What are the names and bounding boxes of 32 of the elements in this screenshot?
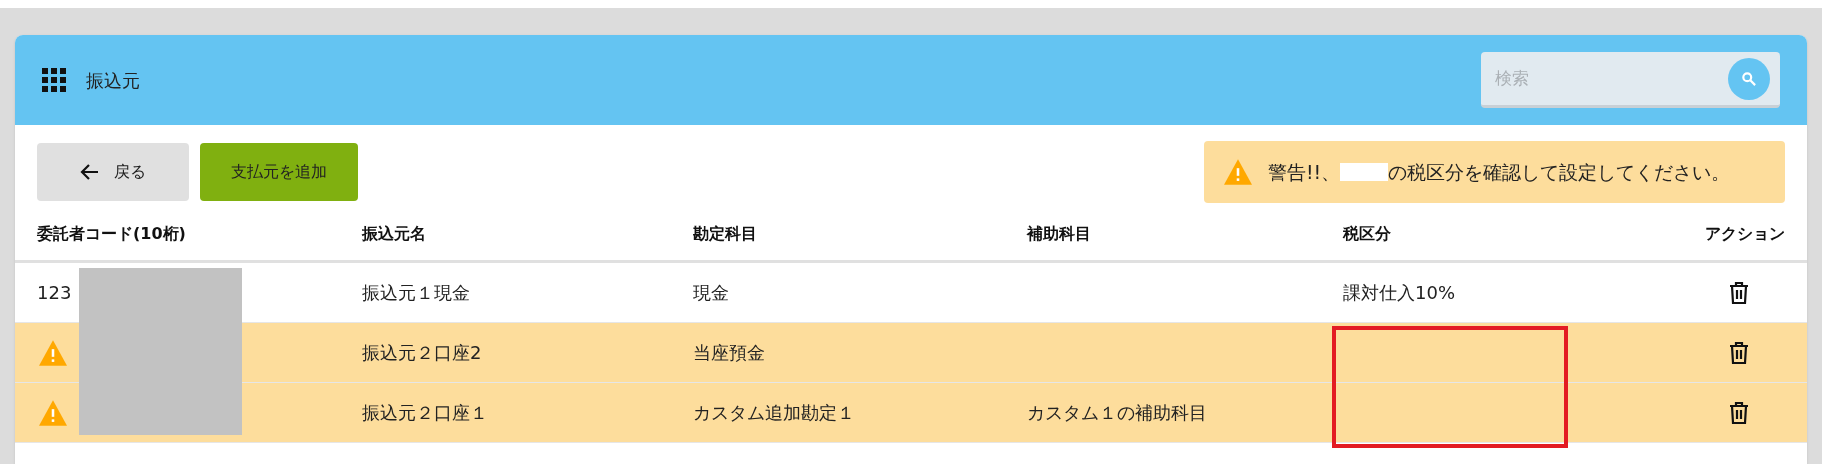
warning-text: 警告!!、 bbox=[1268, 159, 1341, 185]
table-cell: 振込元１現金 bbox=[362, 282, 470, 303]
table-cell: 振込元２口座2 bbox=[362, 342, 482, 363]
column-header: 補助科目 bbox=[1027, 223, 1092, 245]
table-cell: カスタム１の補助科目 bbox=[1027, 402, 1207, 423]
column-header: 勘定科目 bbox=[693, 223, 758, 245]
search-bar[interactable]: 検索 bbox=[1481, 52, 1780, 108]
search-field[interactable]: 検索 bbox=[1495, 65, 1728, 92]
search-icon bbox=[1742, 71, 1756, 86]
back-button[interactable]: 戻る bbox=[37, 143, 189, 201]
trash-icon[interactable] bbox=[1729, 400, 1749, 425]
column-header: 税区分 bbox=[1343, 223, 1392, 245]
table-cell-text: 123 bbox=[37, 281, 72, 305]
column-header: アクション bbox=[1704, 223, 1785, 245]
table-cell: 現金 bbox=[693, 282, 729, 303]
table-cell: 当座預金 bbox=[693, 342, 765, 363]
redaction-block bbox=[1340, 163, 1389, 181]
warning-icon bbox=[37, 338, 69, 367]
page-title: 振込元 bbox=[86, 68, 140, 93]
arrow-left-icon bbox=[80, 162, 100, 182]
table-cell: カスタム追加勘定１ bbox=[693, 402, 855, 423]
warning-icon bbox=[1222, 158, 1254, 186]
table-cell: 課対仕入10% bbox=[1343, 282, 1455, 303]
trash-icon[interactable] bbox=[1729, 280, 1749, 305]
column-header: 振込元名 bbox=[362, 223, 427, 245]
trash-icon[interactable] bbox=[1729, 340, 1749, 365]
warning-icon bbox=[37, 398, 69, 427]
column-header: 委託者コード(10桁) bbox=[37, 223, 187, 245]
table-cell: 振込元２口座１ bbox=[362, 402, 488, 423]
add-payer-button[interactable]: 支払元を追加 bbox=[200, 143, 358, 201]
warning-text: の税区分を確認して設定してください。 bbox=[1388, 159, 1731, 185]
grid-icon[interactable] bbox=[42, 68, 66, 92]
